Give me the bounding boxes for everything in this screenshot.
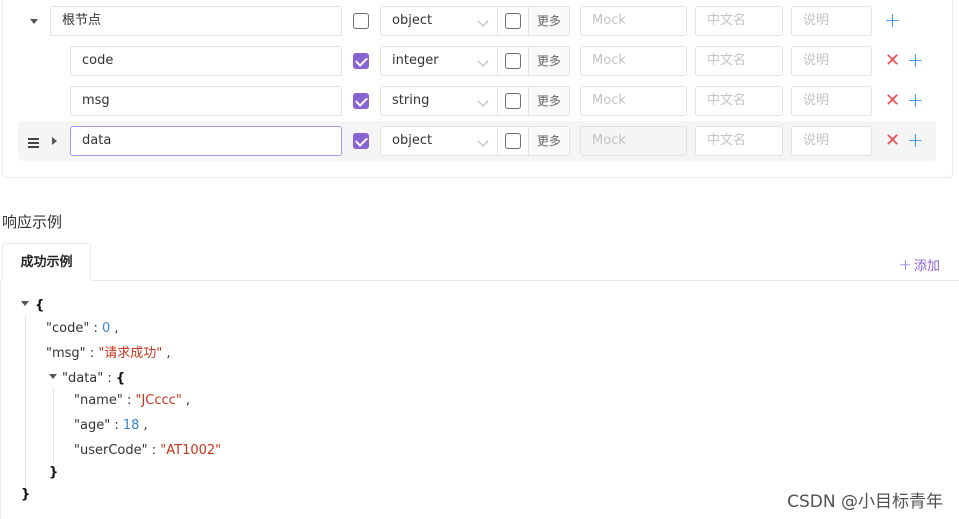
chevron-down-icon	[477, 55, 489, 67]
json-line: "data" : {	[62, 371, 126, 386]
chevron-down-icon	[477, 135, 489, 147]
plus-icon: +	[898, 255, 912, 274]
json-brace: }	[49, 465, 59, 480]
json-viewer: { "code" : 0 , "msg" : "请求成功" , "data" :…	[0, 281, 959, 519]
json-brace: {	[35, 298, 45, 313]
close-icon[interactable]: ✕	[885, 131, 900, 151]
description-input[interactable]: 说明	[791, 6, 872, 36]
mock-input: Mock	[580, 126, 687, 156]
json-line: "userCode" : "AT1002"	[74, 443, 222, 458]
watermark: CSDN @小目标青年	[787, 492, 943, 512]
chevron-down-icon	[477, 95, 489, 107]
nullable-checkbox[interactable]	[505, 93, 521, 109]
add-example-button[interactable]: + 添加	[899, 255, 940, 274]
type-select-value: object	[392, 133, 433, 148]
caret-right-icon[interactable]	[52, 137, 57, 145]
type-select[interactable]: string	[380, 86, 498, 116]
nullable-checkbox[interactable]	[505, 53, 521, 69]
plus-icon[interactable]: +	[907, 130, 924, 150]
mock-input[interactable]: Mock	[580, 6, 687, 36]
nullable-toggle[interactable]	[498, 6, 529, 36]
required-checkbox[interactable]	[353, 133, 369, 149]
mock-input[interactable]: Mock	[580, 46, 687, 76]
caret-down-icon[interactable]	[21, 301, 29, 306]
type-select[interactable]: object	[380, 126, 498, 156]
title-input[interactable]: 中文名	[695, 126, 783, 156]
type-select-value: string	[392, 93, 430, 108]
more-button[interactable]: 更多	[529, 86, 570, 116]
response-tabs: 成功示例 + 添加	[0, 243, 959, 281]
type-select-value: object	[392, 13, 433, 28]
required-checkbox[interactable]	[353, 13, 369, 29]
add-example-label: 添加	[913, 259, 940, 274]
tab-success-example[interactable]: 成功示例	[2, 243, 91, 281]
title-input[interactable]: 中文名	[695, 86, 783, 116]
nullable-checkbox[interactable]	[505, 133, 521, 149]
field-name-input[interactable]: code	[70, 46, 342, 76]
field-name-input[interactable]: 根节点	[50, 6, 342, 36]
more-button[interactable]: 更多	[529, 126, 570, 156]
section-title: 响应示例	[2, 213, 63, 231]
field-name-input[interactable]: data	[70, 126, 342, 156]
type-select[interactable]: integer	[380, 46, 498, 76]
drag-handle-icon[interactable]	[28, 138, 39, 150]
json-line: "age" : 18 ,	[74, 418, 148, 433]
description-input[interactable]: 说明	[791, 86, 872, 116]
mock-input[interactable]: Mock	[580, 86, 687, 116]
plus-icon[interactable]: +	[907, 90, 924, 110]
close-icon[interactable]: ✕	[885, 51, 900, 71]
required-checkbox[interactable]	[353, 93, 369, 109]
field-name-input[interactable]: msg	[70, 86, 342, 116]
description-input[interactable]: 说明	[791, 46, 872, 76]
type-select[interactable]: object	[380, 6, 498, 36]
more-button[interactable]: 更多	[529, 6, 570, 36]
description-input[interactable]: 说明	[791, 126, 872, 156]
plus-icon[interactable]: +	[884, 10, 901, 30]
nullable-toggle[interactable]	[498, 46, 529, 76]
json-line: "msg" : "请求成功" ,	[46, 346, 171, 361]
json-brace: }	[21, 487, 31, 502]
nullable-toggle[interactable]	[498, 86, 529, 116]
close-icon[interactable]: ✕	[885, 91, 900, 111]
json-indent-guide	[25, 315, 26, 491]
title-input[interactable]: 中文名	[695, 6, 783, 36]
json-line: "code" : 0 ,	[46, 321, 119, 336]
chevron-down-icon	[477, 15, 489, 27]
nullable-checkbox[interactable]	[505, 13, 521, 29]
json-line: "name" : "JCccc" ,	[74, 393, 191, 408]
title-input[interactable]: 中文名	[695, 46, 783, 76]
json-indent-guide	[53, 388, 54, 464]
caret-down-icon[interactable]	[30, 19, 38, 24]
required-checkbox[interactable]	[353, 53, 369, 69]
plus-icon[interactable]: +	[907, 50, 924, 70]
type-select-value: integer	[392, 53, 439, 68]
more-button[interactable]: 更多	[529, 46, 570, 76]
nullable-toggle[interactable]	[498, 126, 529, 156]
caret-down-icon[interactable]	[49, 374, 57, 379]
